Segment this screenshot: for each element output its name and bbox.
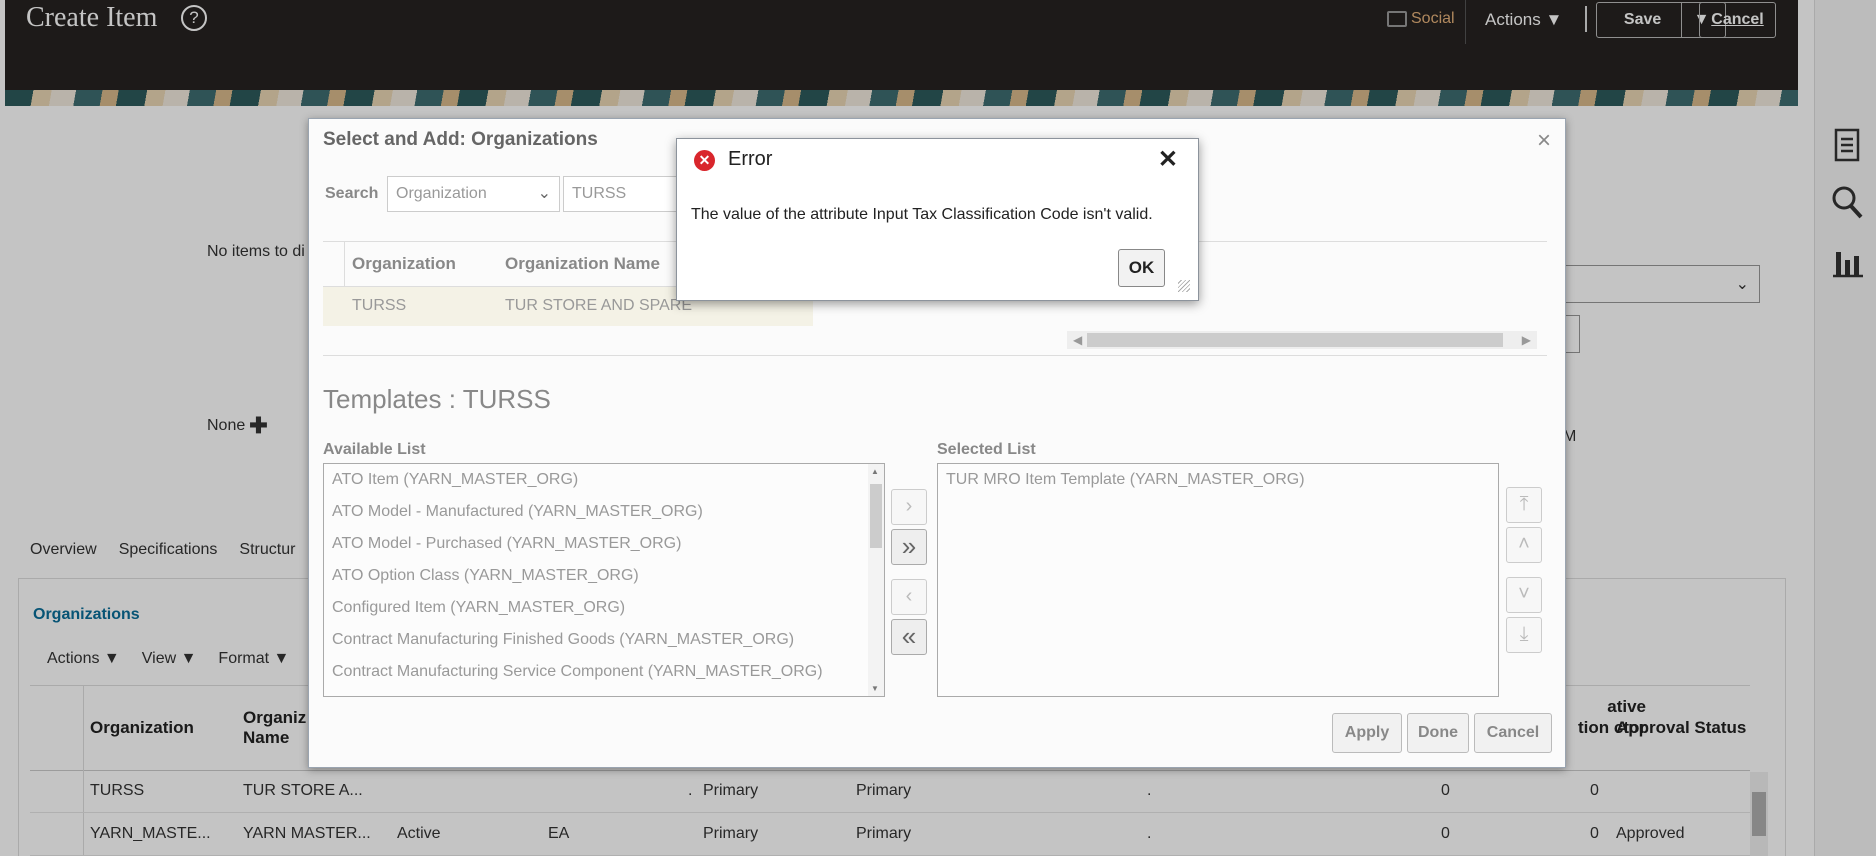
close-icon[interactable]: × [1537,127,1551,155]
list-item[interactable]: ATO Model - Purchased (YARN_MASTER_ORG) [324,528,884,560]
list-item[interactable]: ATO Option Class (YARN_MASTER_ORG) [324,560,884,592]
close-icon[interactable]: ✕ [1158,145,1178,174]
scroll-down-icon[interactable]: ▼ [871,684,879,693]
error-dialog: ✕ Error ✕ The value of the attribute Inp… [676,138,1199,301]
done-button[interactable]: Done [1407,713,1469,753]
available-list-label: Available List [323,441,426,458]
scroll-right-icon[interactable]: ▶ [1522,333,1531,347]
results-hscrollbar[interactable]: ◀ ▶ [1067,331,1537,349]
error-message: The value of the attribute Input Tax Cla… [691,206,1153,223]
search-field-value: Organization [396,185,487,202]
result-organization: TURSS [352,297,407,314]
chevron-down-icon: ⌄ [537,185,551,202]
results-divider [323,355,1547,356]
scroll-left-icon[interactable]: ◀ [1073,333,1082,347]
scroll-up-icon[interactable]: ▲ [871,467,879,476]
ok-button[interactable]: OK [1118,249,1165,287]
error-title: Error [728,148,773,170]
remove-selected-button[interactable]: ‹ [891,579,927,615]
search-label: Search [325,185,379,202]
move-bottom-button[interactable]: ⤓ [1506,617,1542,653]
templates-title: Templates : TURSS [323,384,551,414]
scroll-thumb[interactable] [870,484,882,548]
move-down-button[interactable]: ˅ [1506,577,1542,613]
selected-list[interactable]: TUR MRO Item Template (YARN_MASTER_ORG) [937,463,1499,697]
move-top-button[interactable]: ⤒ [1506,487,1542,523]
dialog-title: Select and Add: Organizations [323,129,598,150]
available-list[interactable]: ATO Item (YARN_MASTER_ORG) ATO Model - M… [323,463,885,697]
cancel-button[interactable]: Cancel [1474,713,1552,753]
list-item[interactable]: Configured Item (YARN_MASTER_ORG) [324,592,884,624]
list-item[interactable]: ATO Item (YARN_MASTER_ORG) [324,464,884,496]
list-item[interactable]: Contract Manufacturing Finished Goods (Y… [324,624,884,656]
results-column-organization-name[interactable]: Organization Name [505,254,660,274]
move-selected-button[interactable]: › [891,489,927,525]
selected-list-label: Selected List [937,441,1036,458]
list-item[interactable]: TUR MRO Item Template (YARN_MASTER_ORG) [938,464,1498,496]
move-up-button[interactable]: ˄ [1506,527,1542,563]
search-field-select[interactable]: Organization ⌄ [387,176,560,212]
list-item[interactable]: ATO Model - Manufactured (YARN_MASTER_OR… [324,496,884,528]
results-column-organization[interactable]: Organization [352,254,456,274]
scroll-thumb[interactable] [1087,333,1503,347]
list-scrollbar[interactable]: ▲ ▼ [868,464,884,696]
move-all-button[interactable]: » [891,529,927,565]
list-item[interactable]: Contract Manufacturing Service Component… [324,656,884,688]
remove-all-button[interactable]: « [891,619,927,655]
apply-button[interactable]: Apply [1332,713,1402,753]
resize-grip[interactable] [1178,280,1190,292]
error-icon: ✕ [694,150,715,171]
result-organization-name: TUR STORE AND SPARE [505,297,692,314]
search-input[interactable]: TURSS [563,176,683,212]
